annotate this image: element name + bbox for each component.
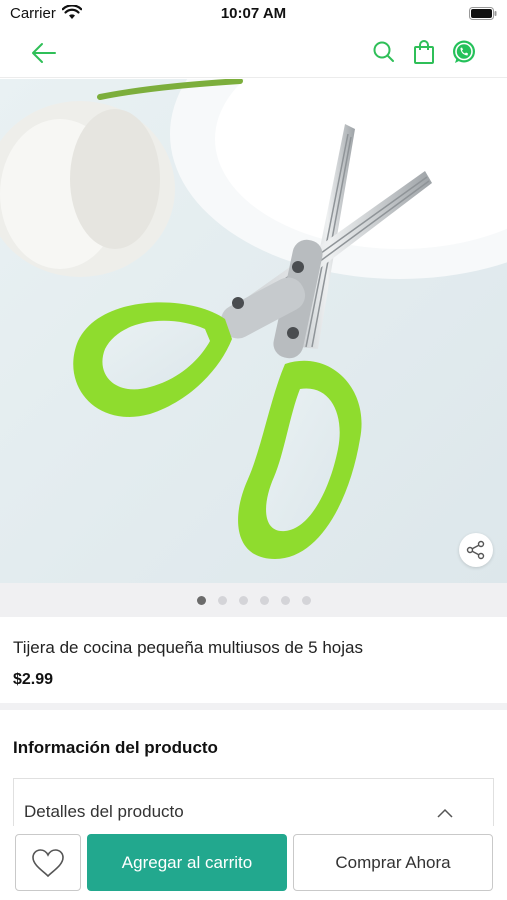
battery-icon: [469, 7, 497, 25]
clock: 10:07 AM: [220, 5, 287, 22]
whatsapp-icon[interactable]: [451, 38, 477, 66]
section-divider: [0, 703, 507, 710]
product-details-label: Detalles del producto: [24, 802, 184, 821]
favorite-button[interactable]: [15, 834, 81, 891]
carousel-dot[interactable]: [238, 595, 248, 605]
status-bar: Carrier 10:07 AM: [0, 0, 507, 28]
image-pagination-dots: [0, 583, 507, 617]
add-to-cart-button[interactable]: Agregar al carrito: [87, 834, 287, 891]
back-arrow-icon[interactable]: [28, 38, 60, 68]
bottom-action-bar: Agregar al carrito Comprar Ahora: [0, 826, 507, 900]
heart-icon: [32, 848, 64, 877]
carousel-dot[interactable]: [301, 595, 311, 605]
scissors-illustration: [0, 79, 507, 583]
share-icon: [466, 540, 485, 560]
buy-now-button[interactable]: Comprar Ahora: [293, 834, 493, 891]
product-info-heading: Información del producto: [13, 738, 218, 757]
shopping-bag-icon[interactable]: [411, 38, 437, 66]
carousel-dot[interactable]: [217, 595, 227, 605]
carousel-dot[interactable]: [259, 595, 269, 605]
product-price: $2.99: [13, 671, 54, 688]
search-icon[interactable]: [371, 38, 397, 66]
share-button[interactable]: [459, 533, 493, 567]
carousel-dot[interactable]: [196, 595, 206, 605]
carousel-dot[interactable]: [280, 595, 290, 605]
product-image[interactable]: [0, 79, 507, 583]
top-nav-bar: [0, 28, 507, 78]
chevron-up-icon[interactable]: [437, 805, 453, 823]
product-title: Tijera de cocina pequeña multiusos de 5 …: [13, 638, 363, 657]
